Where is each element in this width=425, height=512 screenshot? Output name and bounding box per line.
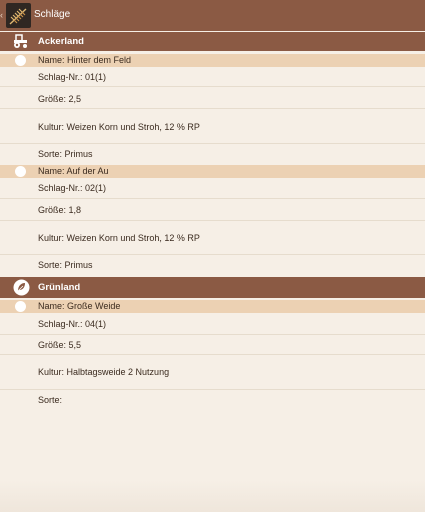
field-kultur: Kultur: Weizen Korn und Stroh, 12 % RP <box>38 122 200 132</box>
page-title: Schläge <box>34 9 71 20</box>
tractor-icon <box>12 34 29 49</box>
bottom-area <box>0 480 425 512</box>
field-sorte: Sorte: Primus <box>38 149 93 159</box>
field-sorte: Sorte: Primus <box>38 260 93 270</box>
field-detail-row: Sorte: <box>0 390 425 412</box>
section-title: Grünland <box>38 282 81 293</box>
select-radio[interactable] <box>15 301 26 312</box>
field-kultur: Kultur: Weizen Korn und Stroh, 12 % RP <box>38 233 200 243</box>
field-detail-row: Kultur: Weizen Korn und Stroh, 12 % RP <box>0 221 425 255</box>
field-sorte: Sorte: <box>38 395 63 405</box>
leaf-icon <box>13 279 30 296</box>
field-detail-row: Kultur: Weizen Korn und Stroh, 12 % RP <box>0 109 425 144</box>
field-detail-row: Größe: 2,5 <box>0 87 425 109</box>
field-schlag-nr: Schlag-Nr.: 01(1) <box>38 72 107 82</box>
app-bar: ‹ Schläge <box>0 0 425 31</box>
section-header-gruenland: Grünland <box>0 277 425 298</box>
wheat-logo-icon[interactable] <box>6 3 31 28</box>
field-detail-row: Sorte: Primus <box>0 144 425 165</box>
section-title: Ackerland <box>38 36 84 47</box>
field-groesse: Größe: 2,5 <box>38 94 82 104</box>
field-detail-row: Größe: 5,5 <box>0 335 425 355</box>
section-header-ackerland: Ackerland <box>0 32 425 51</box>
field-schlag-nr: Schlag-Nr.: 04(1) <box>38 319 107 329</box>
field-kultur: Kultur: Halbtagsweide 2 Nutzung <box>38 367 170 377</box>
field-detail-row: Größe: 1,8 <box>0 199 425 221</box>
field-groesse: Größe: 1,8 <box>38 205 82 215</box>
field-detail-row: Schlag-Nr.: 01(1) <box>0 67 425 87</box>
select-radio[interactable] <box>15 166 26 177</box>
field-name-row[interactable]: Name: Auf der Au <box>0 165 425 178</box>
field-detail-row: Kultur: Halbtagsweide 2 Nutzung <box>0 355 425 390</box>
field-name: Name: Auf der Au <box>38 166 109 176</box>
field-name: Name: Hinter dem Feld <box>38 55 132 65</box>
field-detail-row: Schlag-Nr.: 02(1) <box>0 178 425 199</box>
field-schlag-nr: Schlag-Nr.: 02(1) <box>38 183 107 193</box>
field-detail-row: Schlag-Nr.: 04(1) <box>0 313 425 335</box>
field-detail-row: Sorte: Primus <box>0 255 425 276</box>
select-radio[interactable] <box>15 55 26 66</box>
field-name: Name: Große Weide <box>38 301 121 311</box>
field-groesse: Größe: 5,5 <box>38 340 82 350</box>
field-name-row[interactable]: Name: Hinter dem Feld <box>0 54 425 67</box>
field-name-row[interactable]: Name: Große Weide <box>0 300 425 313</box>
